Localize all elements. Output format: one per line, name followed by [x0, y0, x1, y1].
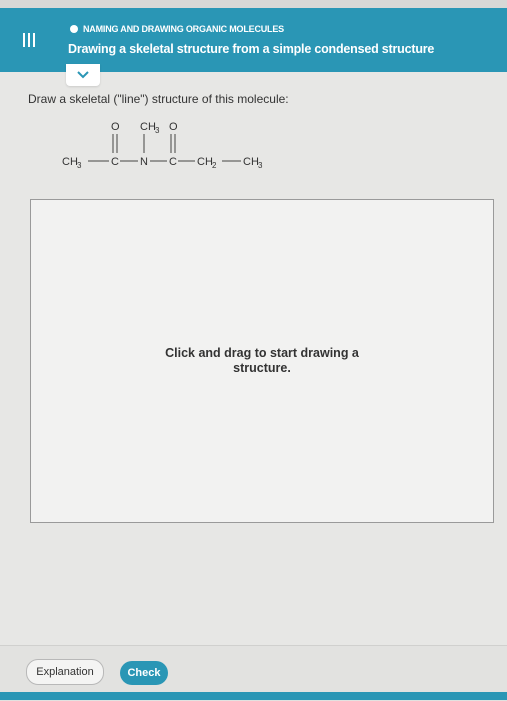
atom-n: N	[140, 156, 148, 168]
condensed-structure: CH 3 C N C CH 2 CH 3 O CH 3 O	[62, 121, 263, 170]
explanation-button[interactable]: Explanation	[26, 659, 104, 685]
atom-ch3-right: CH	[243, 156, 259, 168]
collapse-toggle[interactable]	[66, 64, 100, 86]
chevron-down-icon	[77, 71, 89, 79]
menu-icon[interactable]	[0, 8, 58, 72]
subscript-3-top: 3	[155, 126, 160, 135]
topic-label: NAMING AND DRAWING ORGANIC MOLECULES	[70, 24, 284, 34]
topic-text: NAMING AND DRAWING ORGANIC MOLECULES	[83, 24, 284, 34]
subscript-2: 2	[212, 161, 217, 170]
canvas-hint: Click and drag to start drawing a struct…	[165, 346, 359, 375]
atom-ch3-left: CH	[62, 156, 78, 168]
browser-top-strip	[0, 0, 507, 8]
atom-o2: O	[169, 121, 178, 133]
atom-c2: C	[169, 156, 177, 168]
question-prompt: Draw a skeletal ("line") structure of th…	[28, 92, 289, 106]
atom-ch2: CH	[197, 156, 213, 168]
bottom-accent-bar	[0, 692, 507, 700]
atom-c1: C	[111, 156, 119, 168]
status-dot-icon	[70, 25, 78, 33]
check-button[interactable]: Check	[120, 661, 168, 685]
drawing-canvas[interactable]: Click and drag to start drawing a struct…	[30, 199, 494, 523]
subscript-3: 3	[77, 161, 82, 170]
atom-ch3-top: CH	[140, 121, 156, 133]
subscript-3-right: 3	[258, 161, 263, 170]
atom-o1: O	[111, 121, 120, 133]
page-title: Drawing a skeletal structure from a simp…	[68, 42, 435, 56]
header-bar: NAMING AND DRAWING ORGANIC MOLECULES Dra…	[0, 8, 507, 72]
